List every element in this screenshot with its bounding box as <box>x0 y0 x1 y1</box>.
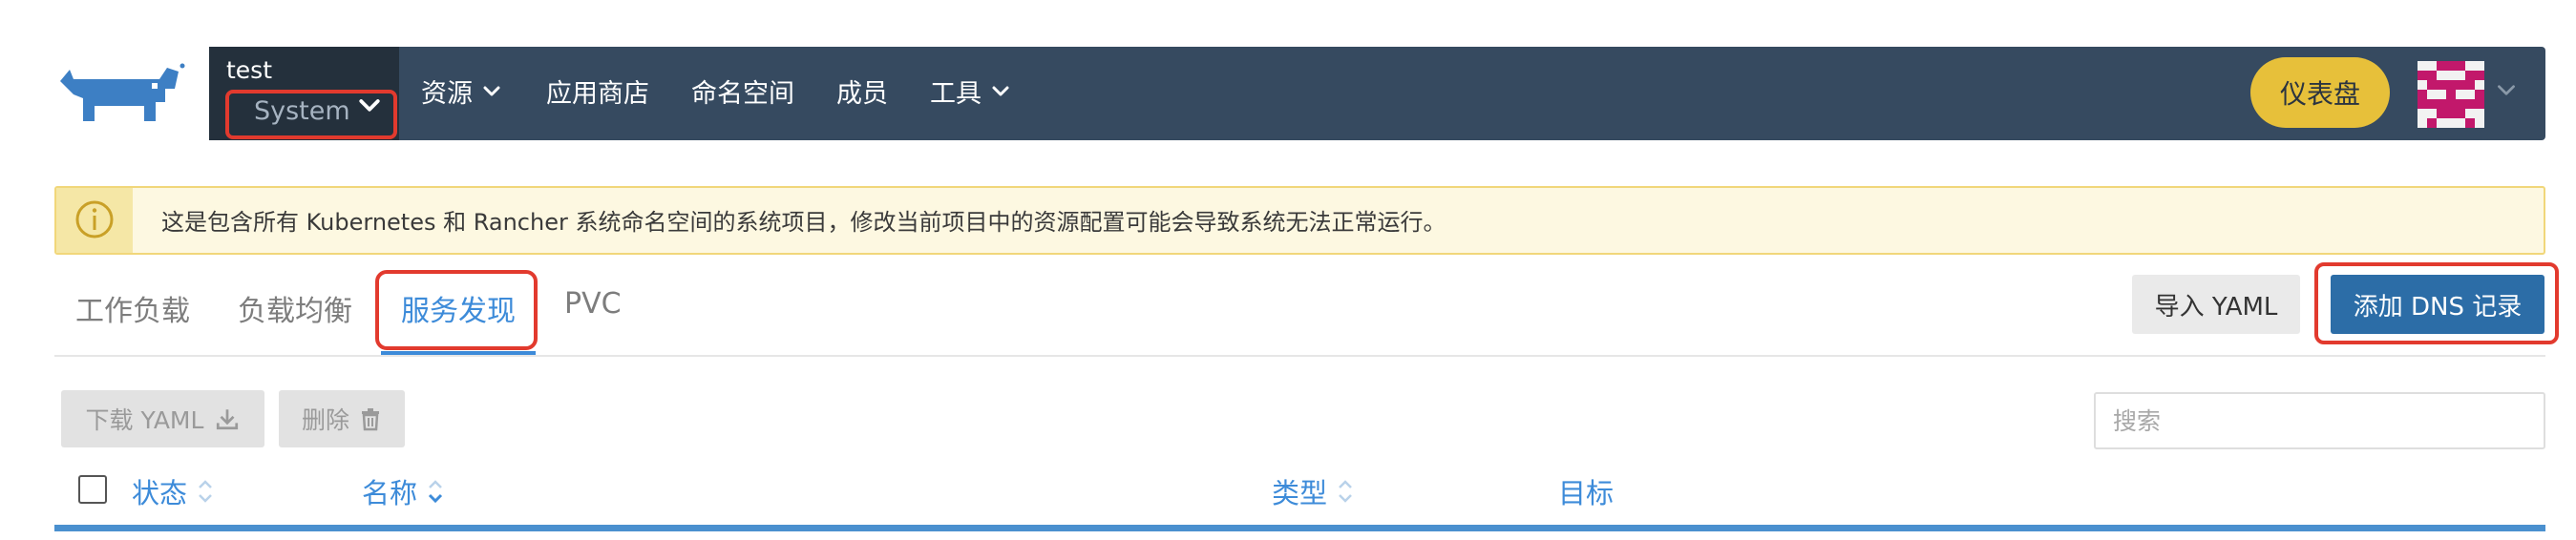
import-yaml-button[interactable]: 导入 YAML <box>2132 275 2300 334</box>
column-header-name[interactable]: 名称 <box>362 471 444 511</box>
column-type-label: 类型 <box>1272 477 1328 509</box>
project-name: test <box>226 56 273 84</box>
column-state-label: 状态 <box>132 477 188 509</box>
highlight-box-tab <box>375 270 538 350</box>
sort-icon <box>1339 480 1352 503</box>
column-target-label: 目标 <box>1558 477 1615 509</box>
nav-members[interactable]: 成员 <box>836 73 888 110</box>
chevron-down-icon[interactable] <box>355 92 384 120</box>
nav-app-store[interactable]: 应用商店 <box>546 73 649 110</box>
trash-icon <box>362 408 379 431</box>
download-yaml-button[interactable]: 下载 YAML <box>61 390 264 447</box>
select-all-checkbox[interactable] <box>78 475 107 504</box>
dashboard-button[interactable]: 仪表盘 <box>2250 57 2390 128</box>
nav-resources[interactable]: 资源 <box>421 73 503 110</box>
delete-label: 删除 <box>301 406 349 434</box>
download-yaml-label: 下载 YAML <box>85 406 204 434</box>
info-icon <box>75 200 114 239</box>
nav-namespaces[interactable]: 命名空间 <box>691 73 794 110</box>
delete-button[interactable]: 删除 <box>279 390 405 447</box>
nav-namespaces-label: 命名空间 <box>691 79 794 109</box>
nav-members-label: 成员 <box>836 79 888 109</box>
column-header-target: 目标 <box>1558 471 1614 511</box>
add-dns-record-button[interactable]: 添加 DNS 记录 <box>2331 275 2544 334</box>
tab-load-balancing[interactable]: 负载均衡 <box>238 287 352 329</box>
nav-tools[interactable]: 工具 <box>930 73 1012 110</box>
tab-pvc[interactable]: PVC <box>564 287 622 321</box>
project-selected-label[interactable]: System <box>254 96 350 126</box>
chevron-down-icon <box>483 86 500 95</box>
sort-icon <box>428 480 443 504</box>
tab-workloads[interactable]: 工作负载 <box>75 287 190 329</box>
rancher-logo-icon[interactable] <box>53 60 186 127</box>
banner-text: 这是包含所有 Kubernetes 和 Rancher 系统命名空间的系统项目，… <box>161 209 1446 236</box>
avatar[interactable] <box>2418 61 2484 128</box>
table-header-divider <box>54 525 2545 531</box>
download-icon <box>217 409 239 430</box>
sort-icon <box>199 480 212 503</box>
chevron-down-icon <box>992 86 1009 95</box>
tabs-divider <box>54 355 2545 357</box>
column-header-type[interactable]: 类型 <box>1272 471 1354 511</box>
chevron-down-icon[interactable] <box>2494 78 2519 103</box>
nav-app-store-label: 应用商店 <box>546 79 649 109</box>
nav-resources-label: 资源 <box>421 79 473 109</box>
nav-tools-label: 工具 <box>930 79 982 109</box>
column-name-label: 名称 <box>362 477 418 509</box>
search-input[interactable] <box>2094 392 2545 449</box>
column-header-state[interactable]: 状态 <box>132 471 214 511</box>
